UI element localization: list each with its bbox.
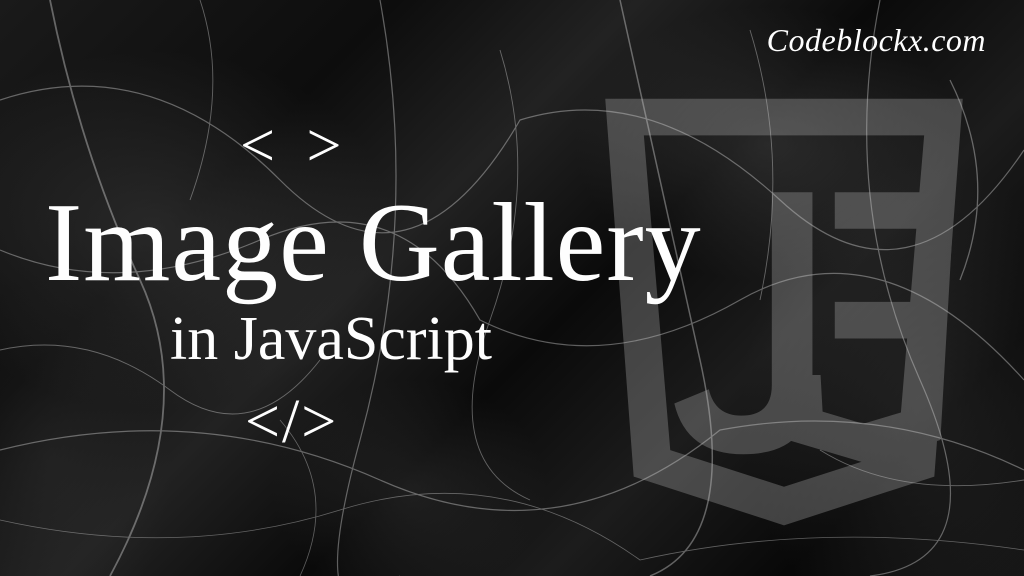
brand-label: Codeblockx.com [767, 22, 986, 59]
opening-angle-brackets: < > [240, 115, 702, 177]
closing-angle-brackets: </> [245, 391, 702, 453]
main-title: Image Gallery [45, 187, 702, 299]
subtitle: in JavaScript [170, 305, 702, 373]
banner-text-block: < > Image Gallery in JavaScript </> [45, 115, 702, 453]
